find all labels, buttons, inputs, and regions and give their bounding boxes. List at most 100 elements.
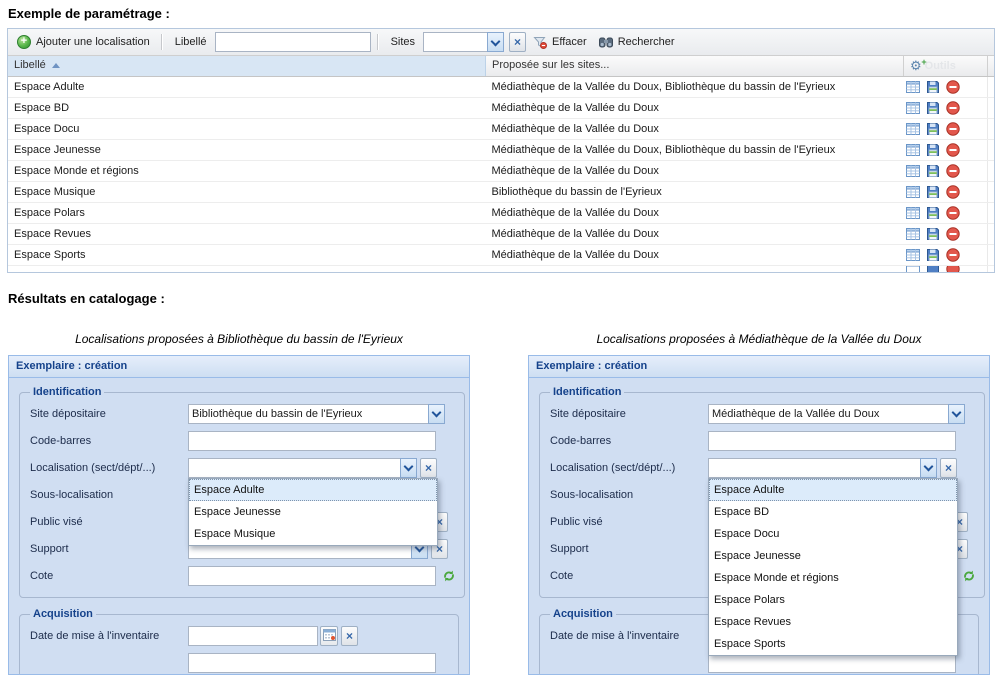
delete-icon[interactable] xyxy=(946,164,960,178)
delete-icon[interactable] xyxy=(946,185,960,199)
table-icon[interactable] xyxy=(906,143,920,157)
dropdown-item[interactable]: Espace Musique xyxy=(189,523,437,545)
dropdown-item[interactable]: Espace Sports xyxy=(709,633,957,655)
row-scroll-gutter xyxy=(987,224,994,244)
save-icon[interactable] xyxy=(926,143,940,157)
table-icon[interactable] xyxy=(906,122,920,136)
save-icon[interactable] xyxy=(926,185,940,199)
clear-localisation-button[interactable]: × xyxy=(940,458,957,478)
cote-input[interactable] xyxy=(188,566,436,586)
table-icon[interactable] xyxy=(906,185,920,199)
save-icon[interactable] xyxy=(926,164,940,178)
table-row[interactable]: Espace Revues Médiathèque de la Vallée d… xyxy=(8,224,994,245)
dropdown-item[interactable]: Espace Monde et régions xyxy=(709,567,957,589)
code-barres-input[interactable] xyxy=(708,431,956,451)
code-barres-label: Code-barres xyxy=(550,435,708,447)
save-icon[interactable] xyxy=(926,80,940,94)
delete-icon[interactable] xyxy=(946,101,960,115)
clear-date-button[interactable]: × xyxy=(341,626,358,646)
code-barres-input[interactable] xyxy=(188,431,436,451)
delete-icon[interactable] xyxy=(946,80,960,94)
table-row[interactable]: Espace Musique Bibliothèque du bassin de… xyxy=(8,182,994,203)
table-icon[interactable] xyxy=(906,248,920,262)
site-depositaire-combo[interactable]: Médiathèque de la Vallée du Doux xyxy=(708,404,965,424)
chevron-down-icon[interactable] xyxy=(487,32,504,52)
localisation-dropdown: Espace Adulte Espace Jeunesse Espace Mus… xyxy=(188,478,438,546)
table-row[interactable]: Espace Monde et régions Médiathèque de l… xyxy=(8,161,994,182)
add-localisation-label: Ajouter une localisation xyxy=(36,36,150,48)
libelle-filter-input[interactable] xyxy=(215,32,371,52)
sites-filter-combo[interactable] xyxy=(423,32,504,52)
table-row[interactable]: Espace BD Médiathèque de la Vallée du Do… xyxy=(8,98,994,119)
chevron-down-icon[interactable] xyxy=(400,458,417,478)
clear-localisation-button[interactable]: × xyxy=(420,458,437,478)
localisation-value xyxy=(708,458,920,478)
table-row[interactable]: Espace Polars Médiathèque de la Vallée d… xyxy=(8,203,994,224)
grid-header: Libellé Proposée sur les sites... ⚙+ Out… xyxy=(8,56,994,77)
table-icon[interactable] xyxy=(906,206,920,220)
table-row[interactable]: Espace Docu Médiathèque de la Vallée du … xyxy=(8,119,994,140)
section-title-catalogage: Résultats en catalogage : xyxy=(8,291,1002,306)
localisation-combo[interactable] xyxy=(188,458,417,478)
refresh-icon[interactable] xyxy=(442,569,456,583)
localisation-combo[interactable] xyxy=(708,458,937,478)
dropdown-item[interactable]: Espace BD xyxy=(709,501,957,523)
cell-actions xyxy=(903,140,987,160)
scrollbar-track[interactable] xyxy=(988,56,994,76)
clipped-input[interactable] xyxy=(188,653,436,673)
chevron-down-icon[interactable] xyxy=(428,404,445,424)
table-row[interactable]: Espace Jeunesse Médiathèque de la Vallée… xyxy=(8,140,994,161)
chevron-down-icon[interactable] xyxy=(920,458,937,478)
table-row[interactable]: Espace Adulte Médiathèque de la Vallée d… xyxy=(8,77,994,98)
dropdown-item[interactable]: Espace Revues xyxy=(709,611,957,633)
effacer-button[interactable]: Effacer xyxy=(528,34,592,50)
sites-filter-value xyxy=(423,32,487,52)
row-scroll-gutter xyxy=(987,77,994,97)
column-header-libelle[interactable]: Libellé xyxy=(8,56,486,76)
column-header-tools-label: Outils xyxy=(925,57,956,76)
clear-sites-button[interactable]: × xyxy=(509,32,526,52)
save-icon[interactable] xyxy=(926,248,940,262)
dropdown-item[interactable]: Espace Jeunesse xyxy=(189,501,437,523)
acquisition-fieldset: Acquisition Date de mise à l'inventaire … xyxy=(19,608,459,675)
delete-icon[interactable] xyxy=(946,248,960,262)
column-header-sites[interactable]: Proposée sur les sites... xyxy=(486,56,904,76)
date-inventaire-input[interactable] xyxy=(188,626,318,646)
cell-sites: Médiathèque de la Vallée du Doux xyxy=(486,245,904,265)
table-icon[interactable] xyxy=(906,227,920,241)
table-icon[interactable] xyxy=(906,164,920,178)
acquisition-legend: Acquisition xyxy=(30,608,96,620)
dropdown-item[interactable]: Espace Docu xyxy=(709,523,957,545)
delete-icon[interactable] xyxy=(946,206,960,220)
delete-icon[interactable] xyxy=(946,143,960,157)
table-icon[interactable] xyxy=(906,80,920,94)
dropdown-item[interactable]: Espace Jeunesse xyxy=(709,545,957,567)
column-header-tools[interactable]: ⚙+ Outils xyxy=(904,56,988,76)
dropdown-item[interactable]: Espace Adulte xyxy=(709,479,957,501)
site-depositaire-combo[interactable]: Bibliothèque du bassin de l'Eyrieux xyxy=(188,404,445,424)
cell-actions xyxy=(903,203,987,223)
delete-icon[interactable] xyxy=(946,122,960,136)
cell-libelle: Espace Revues xyxy=(8,224,486,244)
dropdown-item[interactable]: Espace Polars xyxy=(709,589,957,611)
save-icon[interactable] xyxy=(926,227,940,241)
table-icon[interactable] xyxy=(906,101,920,115)
save-icon[interactable] xyxy=(926,122,940,136)
chevron-down-icon[interactable] xyxy=(948,404,965,424)
row-scroll-gutter xyxy=(987,161,994,181)
rechercher-button[interactable]: Rechercher xyxy=(594,34,680,50)
delete-icon[interactable] xyxy=(946,227,960,241)
dropdown-item[interactable]: Espace Adulte xyxy=(189,479,437,501)
cell-actions xyxy=(903,266,987,272)
cell-actions xyxy=(903,161,987,181)
table-row[interactable]: Espace Sports Médiathèque de la Vallée d… xyxy=(8,245,994,266)
field-site-depositaire: Site dépositaire Bibliothèque du bassin … xyxy=(30,400,456,427)
save-icon[interactable] xyxy=(926,206,940,220)
table-icon xyxy=(906,266,920,272)
calendar-button[interactable] xyxy=(320,626,338,646)
add-localisation-button[interactable]: + Ajouter une localisation xyxy=(12,34,155,50)
panel-header: Exemplaire : création xyxy=(9,356,469,378)
refresh-icon[interactable] xyxy=(962,569,976,583)
save-icon[interactable] xyxy=(926,101,940,115)
localisations-grid: + Ajouter une localisation Libellé Sites… xyxy=(7,28,995,273)
